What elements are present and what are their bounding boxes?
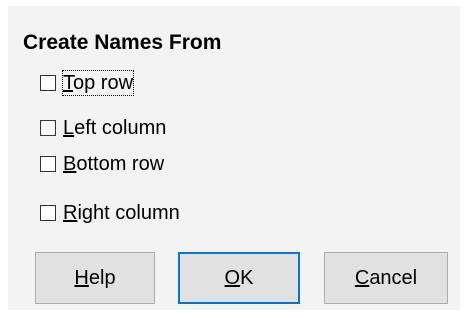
right-column-mnemonic: R — [63, 202, 78, 224]
help-label-text: elp — [88, 266, 116, 289]
cancel-mnemonic: C — [354, 266, 370, 289]
ok-label-text: K — [240, 266, 254, 289]
top-row-label-text: op row — [73, 72, 134, 94]
right-column-label-text: ight column — [77, 202, 180, 224]
right-column-option[interactable]: Right column — [40, 200, 180, 226]
left-column-option[interactable]: Left column — [40, 115, 166, 141]
ok-button[interactable]: OK — [178, 252, 300, 304]
top-row-checkbox[interactable] — [40, 75, 56, 91]
help-button[interactable]: Help — [35, 252, 155, 304]
bottom-row-checkbox[interactable] — [40, 156, 56, 172]
cancel-label-text: ancel — [369, 266, 418, 289]
bottom-row-label-text: ottom row — [76, 153, 165, 175]
left-column-label-text: eft column — [74, 117, 167, 139]
top-row-option[interactable]: Top row — [40, 70, 135, 96]
ok-mnemonic: O — [224, 266, 241, 289]
left-column-label[interactable]: Left column — [63, 116, 166, 140]
create-names-dialog: Create Names From Top row Left column Bo… — [8, 6, 460, 310]
bottom-row-option[interactable]: Bottom row — [40, 151, 164, 177]
left-column-mnemonic: L — [63, 117, 75, 139]
top-row-mnemonic: T — [63, 72, 73, 94]
left-column-checkbox[interactable] — [40, 120, 56, 136]
help-mnemonic: H — [74, 266, 89, 289]
top-row-label[interactable]: Top row — [61, 70, 135, 96]
bottom-row-mnemonic: B — [63, 153, 77, 175]
right-column-checkbox[interactable] — [40, 205, 56, 221]
cancel-button[interactable]: Cancel — [324, 252, 448, 304]
bottom-row-label[interactable]: Bottom row — [63, 152, 164, 176]
section-title: Create Names From — [23, 31, 222, 54]
right-column-label[interactable]: Right column — [63, 201, 180, 225]
